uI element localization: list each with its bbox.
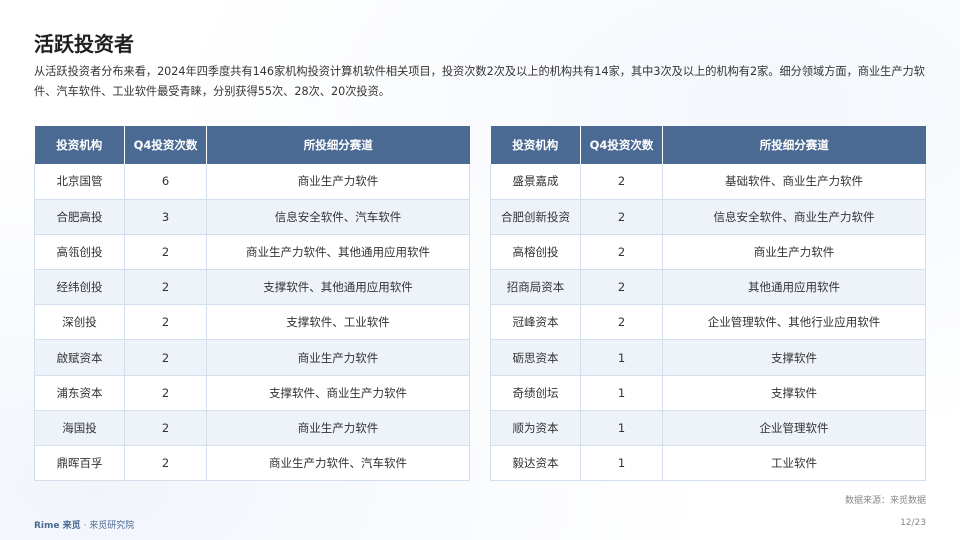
cell-tracks: 支撑软件、其他通用应用软件 [206, 269, 470, 306]
cell-tracks: 企业管理软件、其他行业应用软件 [662, 304, 926, 341]
cell-count: 2 [580, 234, 663, 271]
header-tracks: 所投细分赛道 [206, 126, 470, 164]
cell-org: 海国投 [34, 410, 125, 447]
cell-org: 高榕创投 [490, 234, 581, 271]
cell-tracks: 商业生产力软件 [206, 410, 470, 447]
table-row: 合肥高投 3 信息安全软件、汽车软件 [34, 199, 470, 235]
cell-count: 2 [124, 339, 207, 376]
cell-org: 鼎晖百孚 [34, 445, 125, 482]
cell-org: 招商局资本 [490, 269, 581, 306]
table-header-row: 投资机构 Q4投资次数 所投细分赛道 [34, 126, 470, 164]
cell-tracks: 支撑软件 [662, 339, 926, 376]
cell-tracks: 商业生产力软件 [206, 339, 470, 376]
cell-org: 经纬创投 [34, 269, 125, 306]
cell-count: 2 [580, 304, 663, 341]
cell-org: 顺为资本 [490, 410, 581, 447]
table-row: 经纬创投 2 支撑软件、其他通用应用软件 [34, 269, 470, 306]
table-row: 浦东资本 2 支撑软件、商业生产力软件 [34, 375, 470, 411]
cell-org: 合肥创新投资 [490, 199, 581, 235]
table-header-row: 投资机构 Q4投资次数 所投细分赛道 [490, 126, 926, 164]
cell-count: 2 [124, 445, 207, 482]
cell-tracks: 商业生产力软件、汽车软件 [206, 445, 470, 482]
cell-org: 深创投 [34, 304, 125, 341]
table-row: 高瓴创投 2 商业生产力软件、其他通用应用软件 [34, 234, 470, 271]
cell-org: 盛景嘉成 [490, 164, 581, 200]
cell-count: 2 [580, 199, 663, 235]
cell-tracks: 支撑软件、商业生产力软件 [206, 375, 470, 411]
cell-tracks: 其他通用应用软件 [662, 269, 926, 306]
cell-count: 1 [580, 375, 663, 411]
table-row: 深创投 2 支撑软件、工业软件 [34, 304, 470, 341]
table-row: 奇绩创坛 1 支撑软件 [490, 375, 926, 411]
cell-tracks: 基础软件、商业生产力软件 [662, 164, 926, 200]
brand-logo: Rime 来觅 [34, 521, 81, 531]
cell-org: 毅达资本 [490, 445, 581, 482]
cell-org: 合肥高投 [34, 199, 125, 235]
cell-count: 1 [580, 445, 663, 482]
header-count: Q4投资次数 [580, 126, 663, 164]
header-count: Q4投资次数 [124, 126, 207, 164]
cell-tracks: 支撑软件、工业软件 [206, 304, 470, 341]
cell-count: 2 [124, 410, 207, 447]
right-investor-table: 投资机构 Q4投资次数 所投细分赛道 盛景嘉成 2 基础软件、商业生产力软件 合肥创… [490, 126, 926, 482]
header-org: 投资机构 [490, 126, 581, 164]
header-org: 投资机构 [34, 126, 125, 164]
table-row: 鼎晖百孚 2 商业生产力软件、汽车软件 [34, 445, 470, 482]
cell-count: 2 [124, 375, 207, 411]
table-row: 北京国管 6 商业生产力软件 [34, 164, 470, 200]
cell-count: 2 [580, 164, 663, 200]
cell-count: 1 [580, 339, 663, 376]
table-row: 盛景嘉成 2 基础软件、商业生产力软件 [490, 164, 926, 200]
table-row: 招商局资本 2 其他通用应用软件 [490, 269, 926, 306]
left-investor-table: 投资机构 Q4投资次数 所投细分赛道 北京国管 6 商业生产力软件 合肥高投 3 信息安… [34, 126, 470, 482]
cell-tracks: 商业生产力软件、其他通用应用软件 [206, 234, 470, 271]
cell-count: 2 [124, 269, 207, 306]
footer-brand: Rime 来觅 · 来觅研究院 [34, 518, 134, 531]
intro-paragraph: 从活跃投资者分布来看，2024年四季度共有146家机构投资计算机软件相关项目，投… [34, 65, 925, 98]
cell-org: 啟赋资本 [34, 339, 125, 376]
cell-tracks: 商业生产力软件 [662, 234, 926, 271]
table-row: 砺思资本 1 支撑软件 [490, 339, 926, 376]
cell-tracks: 支撑软件 [662, 375, 926, 411]
cell-tracks: 信息安全软件、汽车软件 [206, 199, 470, 235]
cell-count: 2 [580, 269, 663, 306]
cell-count: 6 [124, 164, 207, 200]
cell-tracks: 企业管理软件 [662, 410, 926, 447]
cell-count: 1 [580, 410, 663, 447]
table-row: 啟赋资本 2 商业生产力软件 [34, 339, 470, 376]
table-row: 高榕创投 2 商业生产力软件 [490, 234, 926, 271]
cell-org: 北京国管 [34, 164, 125, 200]
cell-org: 高瓴创投 [34, 234, 125, 271]
page-title: 活跃投资者 [34, 32, 134, 56]
cell-org: 冠峰资本 [490, 304, 581, 341]
brand-org: · 来觅研究院 [83, 521, 135, 531]
table-row: 海国投 2 商业生产力软件 [34, 410, 470, 447]
cell-org: 砺思资本 [490, 339, 581, 376]
cell-count: 2 [124, 304, 207, 341]
table-row: 毅达资本 1 工业软件 [490, 445, 926, 482]
data-source-note: 数据来源：来觅数据 [844, 496, 926, 506]
cell-tracks: 商业生产力软件 [206, 164, 470, 200]
cell-org: 奇绩创坛 [490, 375, 581, 411]
cell-count: 3 [124, 199, 207, 235]
page-number: 12/23 [900, 518, 926, 528]
header-tracks: 所投细分赛道 [662, 126, 926, 164]
table-row: 冠峰资本 2 企业管理软件、其他行业应用软件 [490, 304, 926, 341]
table-row: 顺为资本 1 企业管理软件 [490, 410, 926, 447]
cell-tracks: 工业软件 [662, 445, 926, 482]
cell-tracks: 信息安全软件、商业生产力软件 [662, 199, 926, 235]
table-row: 合肥创新投资 2 信息安全软件、商业生产力软件 [490, 199, 926, 235]
cell-count: 2 [124, 234, 207, 271]
cell-org: 浦东资本 [34, 375, 125, 411]
